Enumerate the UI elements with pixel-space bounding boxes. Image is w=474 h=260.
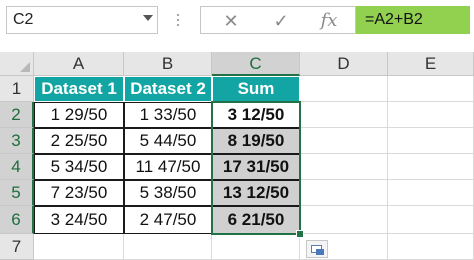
cell-b7[interactable] [124, 234, 212, 260]
table-header-cell[interactable]: Dataset 2 [124, 76, 212, 102]
column-header-a[interactable]: A [34, 52, 124, 76]
cell-d2[interactable] [300, 102, 388, 128]
cell-e5[interactable] [388, 180, 474, 206]
table-header-cell[interactable]: Dataset 1 [34, 76, 124, 102]
chevron-down-icon[interactable] [143, 15, 153, 21]
insert-function-icon[interactable]: fx [311, 9, 347, 33]
table-cell[interactable]: 1 33/50 [124, 102, 212, 128]
name-box-value: C2 [13, 11, 34, 28]
cell-e4[interactable] [388, 154, 474, 180]
row-header-1[interactable]: 1 [0, 76, 34, 102]
table-cell[interactable]: 2 47/50 [124, 206, 212, 234]
table-cell[interactable]: 6 21/50 [212, 206, 300, 234]
row-header-7[interactable]: 7 [0, 234, 34, 260]
select-all-corner[interactable] [0, 52, 34, 76]
resize-handle-icon[interactable] [175, 10, 181, 30]
table-header-cell[interactable]: Sum [212, 76, 300, 102]
formula-bar-buttons: ✕ ✓ fx [200, 6, 356, 34]
table-cell[interactable]: 13 12/50 [212, 180, 300, 206]
spreadsheet-grid: A B C D E 1 2 3 4 5 6 7 Dataset 1 Dataset 2 Sum 1 29/50… [0, 52, 474, 260]
name-box[interactable]: C2 [6, 6, 158, 34]
select-all-icon [20, 62, 30, 72]
enter-icon[interactable]: ✓ [263, 9, 299, 33]
table-cell[interactable]: 2 25/50 [34, 128, 124, 154]
table-cell[interactable]: 5 38/50 [124, 180, 212, 206]
cell-e6[interactable] [388, 206, 474, 234]
cell-d4[interactable] [300, 154, 388, 180]
cell-e3[interactable] [388, 128, 474, 154]
table-cell[interactable]: 7 23/50 [34, 180, 124, 206]
cell-c7[interactable] [212, 234, 300, 260]
table-cell[interactable]: 5 44/50 [124, 128, 212, 154]
table-cell[interactable]: 17 31/50 [212, 154, 300, 180]
cell-d5[interactable] [300, 180, 388, 206]
row-header-5[interactable]: 5 [0, 180, 34, 206]
formula-input[interactable]: =A2+B2 [356, 6, 470, 34]
cell-e2[interactable] [388, 102, 474, 128]
table-cell[interactable]: 3 24/50 [34, 206, 124, 234]
column-header-c[interactable]: C [212, 52, 300, 76]
row-header-4[interactable]: 4 [0, 154, 34, 180]
table-cell[interactable]: 8 19/50 [212, 128, 300, 154]
row-header-6[interactable]: 6 [0, 206, 34, 234]
table-cell[interactable]: 3 12/50 [212, 102, 300, 128]
table-cell[interactable]: 11 47/50 [124, 154, 212, 180]
table-cell[interactable]: 5 34/50 [34, 154, 124, 180]
column-header-d[interactable]: D [300, 52, 388, 76]
cell-d3[interactable] [300, 128, 388, 154]
column-header-b[interactable]: B [124, 52, 212, 76]
quick-analysis-glyph [316, 249, 324, 255]
cell-d1[interactable] [300, 76, 388, 102]
cell-e1[interactable] [388, 76, 474, 102]
quick-analysis-icon[interactable] [306, 240, 328, 258]
cell-a7[interactable] [34, 234, 124, 260]
cell-e7[interactable] [388, 234, 474, 260]
row-header-3[interactable]: 3 [0, 128, 34, 154]
cell-d6[interactable] [300, 206, 388, 234]
cancel-icon[interactable]: ✕ [213, 9, 249, 33]
row-header-2[interactable]: 2 [0, 102, 34, 128]
column-header-e[interactable]: E [388, 52, 474, 76]
fill-handle[interactable] [296, 230, 304, 238]
table-cell[interactable]: 1 29/50 [34, 102, 124, 128]
formula-text: =A2+B2 [365, 11, 423, 28]
